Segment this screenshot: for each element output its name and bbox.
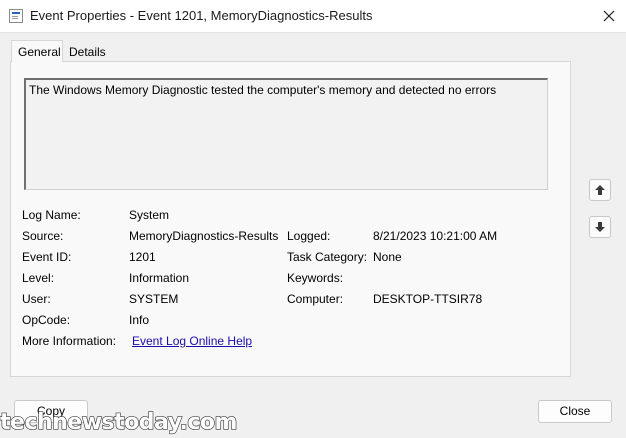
computer-value: DESKTOP-TTSIR78 (373, 292, 483, 306)
window-title: Event Properties - Event 1201, MemoryDia… (30, 8, 373, 23)
event-id-value: 1201 (129, 250, 156, 264)
level-value: Information (129, 271, 190, 285)
arrow-up-icon (595, 185, 605, 195)
previous-event-button[interactable] (589, 179, 611, 201)
opcode-label: OpCode: (22, 313, 71, 327)
watermark-logo: technewstoday.com (0, 409, 238, 435)
keywords-label: Keywords: (287, 271, 344, 285)
logged-label: Logged: (287, 229, 331, 243)
tab-details[interactable]: Details (63, 42, 109, 62)
event-description-box[interactable]: The Windows Memory Diagnostic tested the… (24, 78, 548, 190)
event-id-label: Event ID: (22, 250, 72, 264)
level-label: Level: (22, 271, 55, 285)
user-value: SYSTEM (129, 292, 179, 306)
arrow-down-icon (595, 222, 605, 232)
log-name-value: System (129, 208, 170, 222)
source-label: Source: (22, 229, 64, 243)
close-button[interactable]: Close (538, 400, 612, 423)
more-information-label: More Information: (22, 334, 117, 348)
user-label: User: (22, 292, 51, 306)
event-description-text: The Windows Memory Diagnostic tested the… (29, 83, 497, 97)
title-bar: Event Properties - Event 1201, MemoryDia… (0, 0, 626, 33)
logged-value: 8/21/2023 10:21:00 AM (373, 229, 498, 243)
close-icon (603, 10, 615, 22)
close-window-button[interactable] (596, 6, 622, 26)
log-name-label: Log Name: (22, 208, 81, 222)
tab-general[interactable]: General (11, 40, 63, 62)
task-category-label: Task Category: (287, 250, 368, 264)
event-viewer-icon (9, 9, 23, 23)
event-log-online-help-link[interactable]: Event Log Online Help (132, 334, 252, 348)
source-value: MemoryDiagnostics-Results (129, 229, 279, 243)
computer-label: Computer: (287, 292, 344, 306)
task-category-value: None (373, 250, 402, 264)
opcode-value: Info (129, 313, 150, 327)
next-event-button[interactable] (589, 216, 611, 238)
